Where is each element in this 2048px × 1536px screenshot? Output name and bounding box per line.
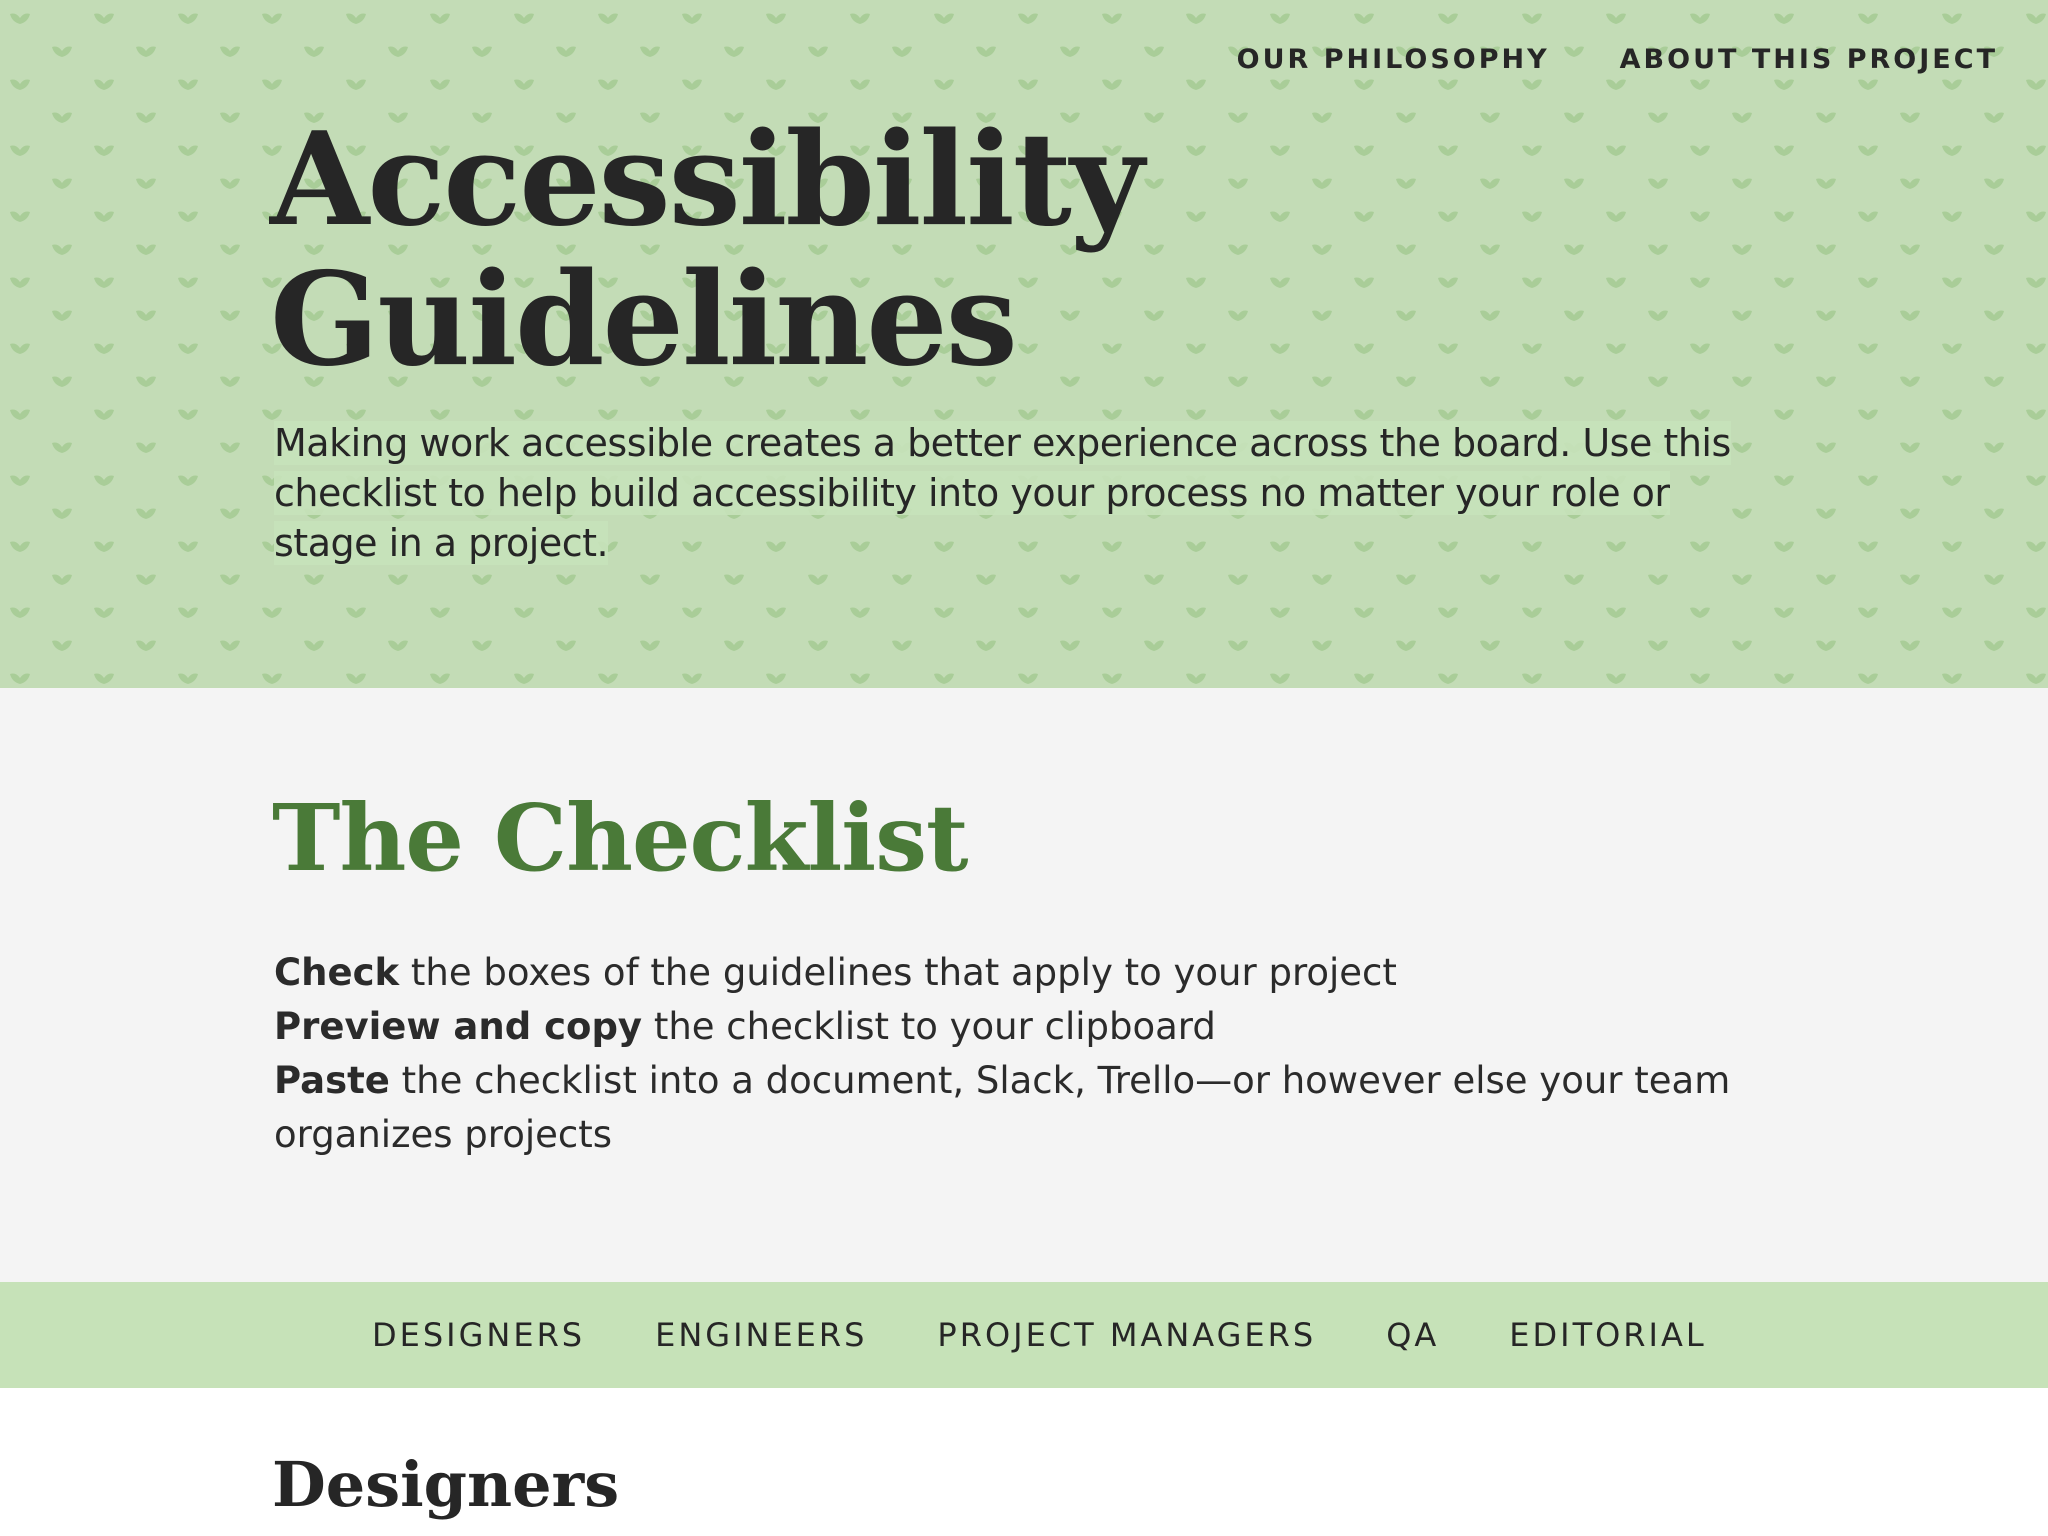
checklist-title: The Checklist bbox=[272, 784, 969, 892]
hero-intro-text: Making work accessible creates a better … bbox=[274, 421, 1731, 565]
tab-editorial[interactable]: EDITORIAL bbox=[1509, 1316, 1706, 1354]
step-text: the checklist into a document, Slack, Tr… bbox=[274, 1059, 1731, 1156]
tab-item: DESIGNERS bbox=[372, 1316, 585, 1354]
hero-banner: OUR PHILOSOPHY ABOUT THIS PROJECT Access… bbox=[0, 0, 2048, 688]
step-text: the boxes of the guidelines that apply t… bbox=[399, 951, 1397, 994]
step-bold-label: Preview and copy bbox=[274, 1005, 643, 1048]
checklist-intro-section: The Checklist Check the boxes of the gui… bbox=[0, 688, 2048, 1282]
step-bold-label: Paste bbox=[274, 1059, 390, 1102]
tab-item: ENGINEERS bbox=[655, 1316, 867, 1354]
tab-item: QA bbox=[1386, 1316, 1439, 1354]
checklist-step-preview: Preview and copy the checklist to your c… bbox=[274, 1000, 1774, 1054]
designers-heading: Designers bbox=[272, 1448, 620, 1521]
page-title-line-1: Accessibility bbox=[270, 105, 1144, 255]
checklist-step-paste: Paste the checklist into a document, Sla… bbox=[274, 1054, 1774, 1162]
step-bold-label: Check bbox=[274, 951, 400, 994]
hero-intro-paragraph: Making work accessible creates a better … bbox=[274, 418, 1774, 568]
tab-qa[interactable]: QA bbox=[1386, 1316, 1439, 1354]
nav-link-our-philosophy[interactable]: OUR PHILOSOPHY bbox=[1237, 44, 1550, 75]
tab-engineers[interactable]: ENGINEERS bbox=[655, 1316, 867, 1354]
step-text: the checklist to your clipboard bbox=[642, 1005, 1216, 1048]
tab-designers[interactable]: DESIGNERS bbox=[372, 1316, 585, 1354]
page-title-line-2: Guidelines bbox=[270, 245, 1018, 395]
tab-project-managers[interactable]: PROJECT MANAGERS bbox=[937, 1316, 1316, 1354]
tab-item: EDITORIAL bbox=[1509, 1316, 1706, 1354]
role-tab-bar: DESIGNERS ENGINEERS PROJECT MANAGERS QA … bbox=[0, 1282, 2048, 1388]
tab-item: PROJECT MANAGERS bbox=[937, 1316, 1316, 1354]
page-title: Accessibility Guidelines bbox=[270, 105, 1144, 395]
top-navigation: OUR PHILOSOPHY ABOUT THIS PROJECT bbox=[1237, 44, 1998, 75]
nav-link-about-this-project[interactable]: ABOUT THIS PROJECT bbox=[1620, 44, 1998, 75]
designers-section: Designers bbox=[0, 1388, 2048, 1536]
checklist-steps: Check the boxes of the guidelines that a… bbox=[274, 946, 1774, 1162]
checklist-step-check: Check the boxes of the guidelines that a… bbox=[274, 946, 1774, 1000]
role-tab-list: DESIGNERS ENGINEERS PROJECT MANAGERS QA … bbox=[372, 1282, 1707, 1388]
